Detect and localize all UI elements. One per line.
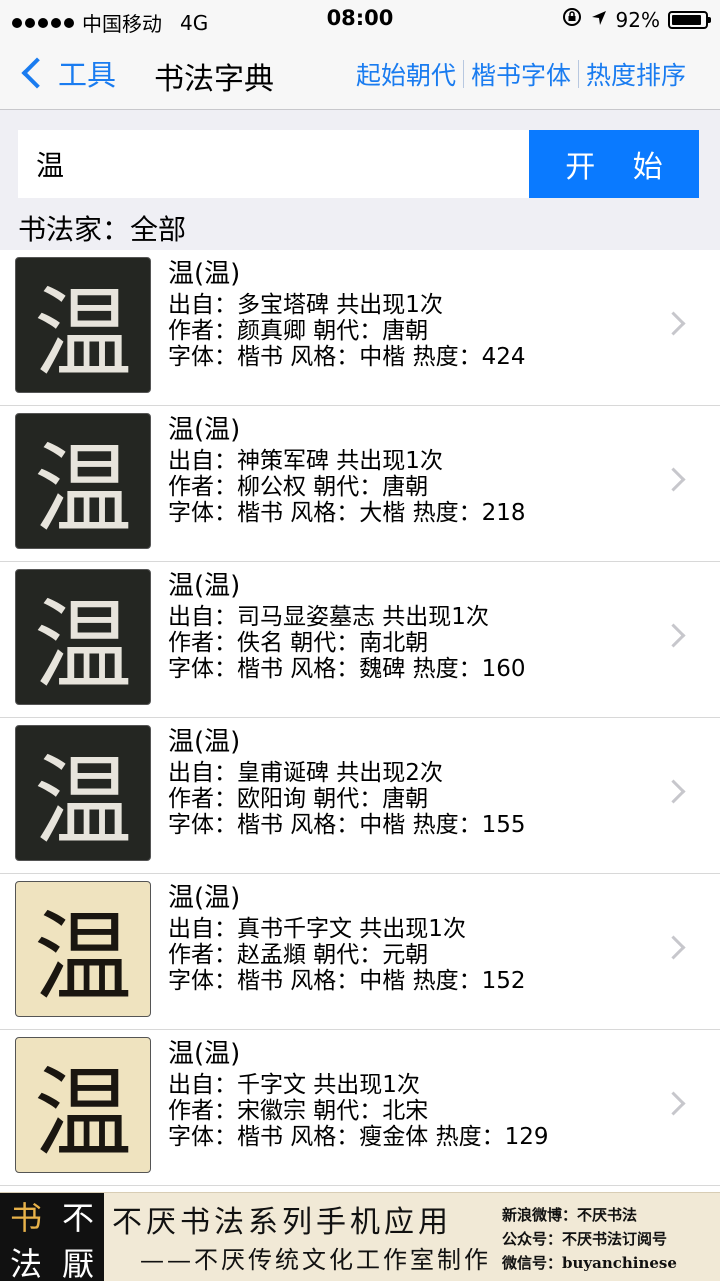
thumbnail-glyph: 温 bbox=[33, 433, 132, 547]
result-info: 温(温) 出自：神策军碑 共出现1次 作者：柳公权 朝代：唐朝 字体：楷书 风格：大楷… bbox=[168, 414, 526, 526]
result-author: 作者：欧阳询 朝代：唐朝 bbox=[168, 786, 429, 812]
thumbnail-glyph: 温 bbox=[33, 589, 132, 703]
banner-subtitle: ——不厌传统文化工作室制作 bbox=[140, 1246, 491, 1274]
result-info: 温(温) 出自：千字文 共出现1次 作者：宋徽宗 朝代：北宋 字体：楷书 风格：瘦金体… bbox=[168, 1038, 549, 1150]
font-style-button[interactable]: 楷书字体 bbox=[471, 56, 571, 92]
result-row[interactable]: 温 温(温) 出自：司马显姿墓志 共出现1次 作者：佚名 朝代：南北朝 字体：楷书 风格… bbox=[0, 562, 720, 718]
result-row[interactable]: 温 温(温) 出自：千字文 共出现1次 作者：宋徽宗 朝代：北宋 字体：楷书 风格：瘦金… bbox=[0, 1030, 720, 1186]
result-source: 出自：皇甫诞碑 共出现2次 bbox=[168, 760, 443, 786]
result-meta: 字体：楷书 风格：魏碑 热度：160 bbox=[168, 656, 526, 682]
start-button[interactable]: 开 始 bbox=[529, 130, 699, 198]
result-info: 温(温) 出自：皇甫诞碑 共出现2次 作者：欧阳询 朝代：唐朝 字体：楷书 风格：中楷… bbox=[168, 726, 526, 838]
result-list: 温温(温) 出自：多宝塔碑 共出现1次 作者：颜真卿 朝代：唐朝 字体：楷书 风格：中… bbox=[0, 250, 720, 1186]
status-bar: 中国移动 4G 08:00 92% bbox=[0, 0, 720, 38]
calligraphy-thumbnail: 温 bbox=[15, 725, 151, 861]
banner-wechat-id: 微信号：buyanchinese bbox=[502, 1254, 677, 1272]
calligraphy-thumbnail: 温 bbox=[15, 881, 151, 1017]
search-area: 开 始 书法家：全部 bbox=[0, 110, 720, 250]
result-source: 出自：神策军碑 共出现1次 bbox=[168, 448, 443, 474]
result-row[interactable]: 温 温(温) 出自：皇甫诞碑 共出现2次 作者：欧阳询 朝代：唐朝 字体：楷书 风格：中… bbox=[0, 718, 720, 874]
divider bbox=[577, 60, 579, 88]
result-source: 出自：多宝塔碑 共出现1次 bbox=[168, 292, 443, 318]
back-button[interactable]: 工具 bbox=[18, 52, 116, 94]
back-label: 工具 bbox=[58, 58, 117, 92]
result-title: 温(温) bbox=[168, 415, 241, 445]
result-source: 出自：司马显姿墓志 共出现1次 bbox=[168, 604, 489, 630]
result-info: 温(温) 出自：真书千字文 共出现1次 作者：赵孟頫 朝代：元朝 字体：楷书 风格：中… bbox=[168, 882, 526, 994]
calligraphy-thumbnail: 温 bbox=[15, 1037, 151, 1173]
result-title: 温(温) bbox=[168, 571, 241, 601]
result-info: 温(温) 出自：多宝塔碑 共出现1次 作者：颜真卿 朝代：唐朝 字体：楷书 风格：中楷… bbox=[168, 258, 526, 370]
chevron-right-icon bbox=[661, 779, 686, 804]
chevron-right-icon bbox=[661, 623, 686, 648]
thumbnail-glyph: 温 bbox=[33, 901, 132, 1015]
calligraphy-thumbnail: 温 bbox=[15, 569, 151, 705]
brand-logo: 书 不 法 厭 bbox=[0, 1193, 104, 1283]
orientation-lock-icon bbox=[562, 7, 582, 32]
battery-percent: 92% bbox=[615, 7, 660, 32]
divider bbox=[462, 60, 464, 88]
thumbnail-glyph: 温 bbox=[33, 277, 132, 391]
result-author: 作者：佚名 朝代：南北朝 bbox=[168, 630, 429, 656]
status-right: 92% bbox=[562, 7, 711, 32]
chevron-right-icon bbox=[661, 467, 686, 492]
nav-bar: 工具 书法字典 起始朝代 楷书字体 热度排序 bbox=[0, 38, 720, 110]
chevron-right-icon bbox=[661, 311, 686, 336]
banner-weibo: 新浪微博：不厌书法 bbox=[502, 1206, 638, 1224]
nav-actions: 起始朝代 楷书字体 热度排序 bbox=[356, 56, 686, 92]
result-title: 温(温) bbox=[168, 727, 241, 757]
result-info: 温(温) 出自：司马显姿墓志 共出现1次 作者：佚名 朝代：南北朝 字体：楷书 风格：… bbox=[168, 570, 526, 682]
result-row[interactable]: 温 温(温) 出自：多宝塔碑 共出现1次 作者：颜真卿 朝代：唐朝 字体：楷书 风格：中… bbox=[0, 250, 720, 406]
dynasty-sort-button[interactable]: 起始朝代 bbox=[356, 56, 456, 92]
chevron-right-icon bbox=[661, 935, 686, 960]
logo-char: 厭 bbox=[61, 1245, 94, 1283]
result-title: 温(温) bbox=[168, 883, 241, 913]
logo-char: 不 bbox=[61, 1199, 94, 1237]
result-meta: 字体：楷书 风格：中楷 热度：155 bbox=[168, 812, 526, 838]
thumbnail-glyph: 温 bbox=[33, 1057, 132, 1171]
banner-title: 不厌书法系列手机应用 bbox=[112, 1205, 452, 1240]
result-meta: 字体：楷书 风格：瘦金体 热度：129 bbox=[168, 1124, 549, 1150]
logo-char: 法 bbox=[9, 1245, 42, 1283]
result-author: 作者：宋徽宗 朝代：北宋 bbox=[168, 1098, 429, 1124]
ad-banner[interactable]: 书 不 法 厭 不厌书法系列手机应用 ——不厌传统文化工作室制作 新浪微博：不厌… bbox=[0, 1192, 720, 1283]
result-source: 出自：千字文 共出现1次 bbox=[168, 1072, 420, 1098]
banner-contact: 新浪微博：不厌书法 公众号：不厌书法订阅号 微信号：buyanchinese bbox=[502, 1203, 677, 1275]
battery-fill bbox=[672, 14, 701, 25]
result-meta: 字体：楷书 风格：大楷 热度：218 bbox=[168, 500, 526, 526]
calligrapher-filter[interactable]: 书法家：全部 bbox=[18, 208, 186, 248]
result-author: 作者：柳公权 朝代：唐朝 bbox=[168, 474, 429, 500]
result-meta: 字体：楷书 风格：中楷 热度：152 bbox=[168, 968, 526, 994]
popularity-sort-button[interactable]: 热度排序 bbox=[586, 56, 686, 92]
result-row[interactable]: 温 温(温) 出自：神策军碑 共出现1次 作者：柳公权 朝代：唐朝 字体：楷书 风格：大… bbox=[0, 406, 720, 562]
chevron-left-icon bbox=[21, 57, 53, 89]
search-input[interactable] bbox=[18, 130, 529, 198]
result-author: 作者：颜真卿 朝代：唐朝 bbox=[168, 318, 429, 344]
banner-wechat-account: 公众号：不厌书法订阅号 bbox=[502, 1230, 668, 1248]
result-author: 作者：赵孟頫 朝代：元朝 bbox=[168, 942, 429, 968]
result-source: 出自：真书千字文 共出现1次 bbox=[168, 916, 466, 942]
result-title: 温(温) bbox=[168, 1039, 241, 1069]
calligraphy-thumbnail: 温 bbox=[15, 257, 151, 393]
thumbnail-glyph: 温 bbox=[33, 745, 132, 859]
result-row[interactable]: 温 温(温) 出自：真书千字文 共出现1次 作者：赵孟頫 朝代：元朝 字体：楷书 风格：… bbox=[0, 874, 720, 1030]
logo-char: 书 bbox=[9, 1199, 42, 1237]
chevron-right-icon bbox=[661, 1091, 686, 1116]
location-arrow-icon bbox=[590, 8, 608, 32]
calligraphy-thumbnail: 温 bbox=[15, 413, 151, 549]
page-title: 书法字典 bbox=[154, 62, 274, 97]
result-meta: 字体：楷书 风格：中楷 热度：424 bbox=[168, 344, 526, 370]
battery-icon bbox=[668, 10, 711, 29]
result-title: 温(温) bbox=[168, 259, 241, 289]
